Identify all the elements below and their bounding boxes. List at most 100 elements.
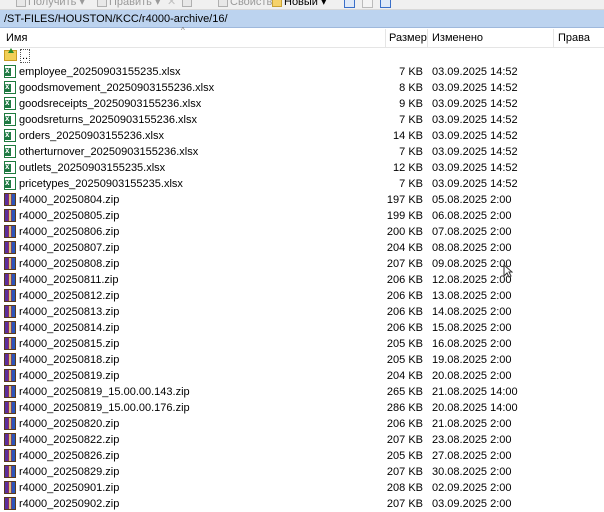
file-name: r4000_20250829.zip (4, 464, 119, 480)
file-modified: 03.09.2025 14:52 (432, 66, 518, 78)
archive-icon (4, 225, 16, 238)
file-name: r4000_20250819_15.00.00.176.zip (4, 400, 190, 416)
delete-button[interactable]: ✕ (167, 0, 176, 8)
file-name: goodsreturns_20250903155236.xlsx (4, 111, 197, 128)
file-name-text: r4000_20250808.zip (19, 258, 120, 270)
column-separator[interactable] (553, 29, 554, 47)
file-modified: 23.08.2025 2:00 (432, 434, 512, 446)
file-row[interactable]: r4000_20250820.zip 206 KB 21.08.2025 2:00 (0, 416, 604, 432)
file-name: employee_20250903155235.xlsx (4, 63, 180, 80)
archive-icon (4, 209, 16, 222)
excel-icon (4, 175, 16, 191)
file-row[interactable]: r4000_20250901.zip 208 KB 02.09.2025 2:00 (0, 480, 604, 496)
column-separator[interactable] (427, 29, 428, 47)
file-modified: 03.09.2025 14:52 (432, 130, 518, 142)
sort-ascending-icon: ^ (181, 26, 185, 35)
file-size: 206 KB (386, 322, 423, 334)
column-separator[interactable] (385, 29, 386, 47)
file-modified: 20.08.2025 2:00 (432, 370, 512, 382)
filter-icon[interactable] (380, 0, 391, 8)
file-row[interactable]: orders_20250903155236.xlsx 14 KB 03.09.202… (0, 127, 604, 144)
file-row[interactable]: goodsmovement_20250903155236.xlsx 8 KB 03.… (0, 79, 604, 96)
download-icon (16, 0, 26, 8)
file-name-text: r4000_20250811.zip (19, 274, 119, 286)
file-size: 286 KB (386, 402, 423, 414)
file-row[interactable]: employee_20250903155235.xlsx 7 KB 03.09.20… (0, 63, 604, 80)
file-row[interactable]: outlets_20250903155235.xlsx 12 KB 03.09.20… (0, 159, 604, 176)
archive-icon (4, 257, 16, 270)
file-size: 207 KB (386, 434, 423, 446)
file-row[interactable]: r4000_20250819.zip 204 KB 20.08.2025 2:00 (0, 368, 604, 384)
file-row[interactable]: r4000_20250819_15.00.00.176.zip 286 KB 20.… (0, 400, 604, 416)
file-row[interactable]: r4000_20250902.zip 207 KB 03.09.2025 2:00 (0, 496, 604, 512)
file-row[interactable]: otherturnover_20250903155236.xlsx 7 KB 03.… (0, 143, 604, 160)
file-modified: 03.09.2025 14:52 (432, 98, 518, 110)
toolbar: Получить ▾ Править ▾ ✕ Свойства Новый ▾ (0, 0, 604, 10)
archive-icon (4, 481, 16, 494)
file-size: 206 KB (386, 306, 423, 318)
file-row[interactable]: r4000_20250804.zip 197 KB 05.08.2025 2:00 (0, 192, 604, 208)
file-name: r4000_20250818.zip (4, 352, 119, 368)
remove-icon[interactable] (362, 0, 373, 8)
archive-icon (4, 289, 16, 302)
file-name: r4000_20250814.zip (4, 320, 119, 336)
file-size: 204 KB (386, 242, 423, 254)
archive-icon (4, 241, 16, 254)
file-row[interactable]: goodsreceipts_20250903155236.xlsx 9 KB 03.… (0, 95, 604, 112)
new-button[interactable]: Новый ▾ (272, 0, 327, 8)
file-name: r4000_20250805.zip (4, 208, 119, 224)
file-modified: 13.08.2025 2:00 (432, 290, 512, 302)
file-row[interactable]: r4000_20250811.zip 206 KB 12.08.2025 2:00 (0, 272, 604, 288)
file-size: 8 KB (399, 82, 423, 94)
file-size: 200 KB (386, 226, 423, 238)
file-row[interactable]: r4000_20250805.zip 199 KB 06.08.2025 2:00 (0, 208, 604, 224)
file-row[interactable]: r4000_20250815.zip 205 KB 16.08.2025 2:00 (0, 336, 604, 352)
file-row[interactable]: r4000_20250814.zip 206 KB 15.08.2025 2:00 (0, 320, 604, 336)
file-size: 207 KB (386, 466, 423, 478)
file-row[interactable]: r4000_20250812.zip 206 KB 13.08.2025 2:00 (0, 288, 604, 304)
file-row[interactable]: r4000_20250806.zip 200 KB 07.08.2025 2:00 (0, 224, 604, 240)
file-row[interactable]: pricetypes_20250903155235.xlsx 7 KB 03.09.… (0, 175, 604, 192)
mouse-cursor-icon (503, 264, 513, 278)
add-icon[interactable] (344, 0, 355, 8)
file-name-text: r4000_20250807.zip (19, 242, 120, 254)
properties-button[interactable]: Свойства (218, 0, 278, 8)
file-name: outlets_20250903155235.xlsx (4, 159, 165, 176)
file-row[interactable]: r4000_20250826.zip 205 KB 27.08.2025 2:00 (0, 448, 604, 464)
file-modified: 20.08.2025 14:00 (432, 402, 518, 414)
column-size[interactable]: Размер (389, 29, 427, 47)
column-modified[interactable]: Изменено (432, 29, 483, 47)
file-modified: 27.08.2025 2:00 (432, 450, 512, 462)
file-size: 204 KB (386, 370, 423, 382)
file-row[interactable]: r4000_20250819_15.00.00.143.zip 265 KB 21.… (0, 384, 604, 400)
archive-icon (4, 497, 16, 510)
file-name-text: r4000_20250902.zip (19, 498, 120, 510)
file-row[interactable]: goodsreturns_20250903155236.xlsx 7 KB 03.0… (0, 111, 604, 128)
file-name-text: r4000_20250806.zip (19, 226, 120, 238)
file-row[interactable]: r4000_20250808.zip 207 KB 09.08.2025 2:00 (0, 256, 604, 272)
file-name: r4000_20250820.zip (4, 416, 119, 432)
excel-icon (4, 159, 16, 175)
file-modified: 03.09.2025 14:52 (432, 162, 518, 174)
file-name-text: goodsreceipts_20250903155236.xlsx (19, 98, 202, 110)
file-row[interactable]: r4000_20250822.zip 207 KB 23.08.2025 2:00 (0, 432, 604, 448)
column-name[interactable]: Имя (6, 29, 27, 47)
properties-icon (218, 0, 228, 8)
rename-button[interactable] (182, 0, 194, 8)
download-button[interactable]: Получить ▾ (16, 0, 85, 8)
file-size: 9 KB (399, 98, 423, 110)
file-row[interactable]: r4000_20250829.zip 207 KB 30.08.2025 2:00 (0, 464, 604, 480)
file-row[interactable]: r4000_20250813.zip 206 KB 14.08.2025 2:00 (0, 304, 604, 320)
column-rights[interactable]: Права (558, 29, 590, 47)
edit-button[interactable]: Править ▾ (97, 0, 160, 8)
archive-icon (4, 353, 16, 366)
file-size: 12 KB (393, 162, 423, 174)
path-bar[interactable]: /ST-FILES/HOUSTON/KCC/r4000-archive/16/ (0, 10, 604, 28)
file-size: 207 KB (386, 498, 423, 510)
file-row[interactable]: r4000_20250818.zip 205 KB 19.08.2025 2:00 (0, 352, 604, 368)
edit-label: Править (109, 0, 152, 8)
file-row[interactable]: r4000_20250807.zip 204 KB 08.08.2025 2:00 (0, 240, 604, 256)
file-modified: 15.08.2025 2:00 (432, 322, 512, 334)
file-name: r4000_20250812.zip (4, 288, 119, 304)
parent-directory-row[interactable]: .. (0, 48, 604, 64)
